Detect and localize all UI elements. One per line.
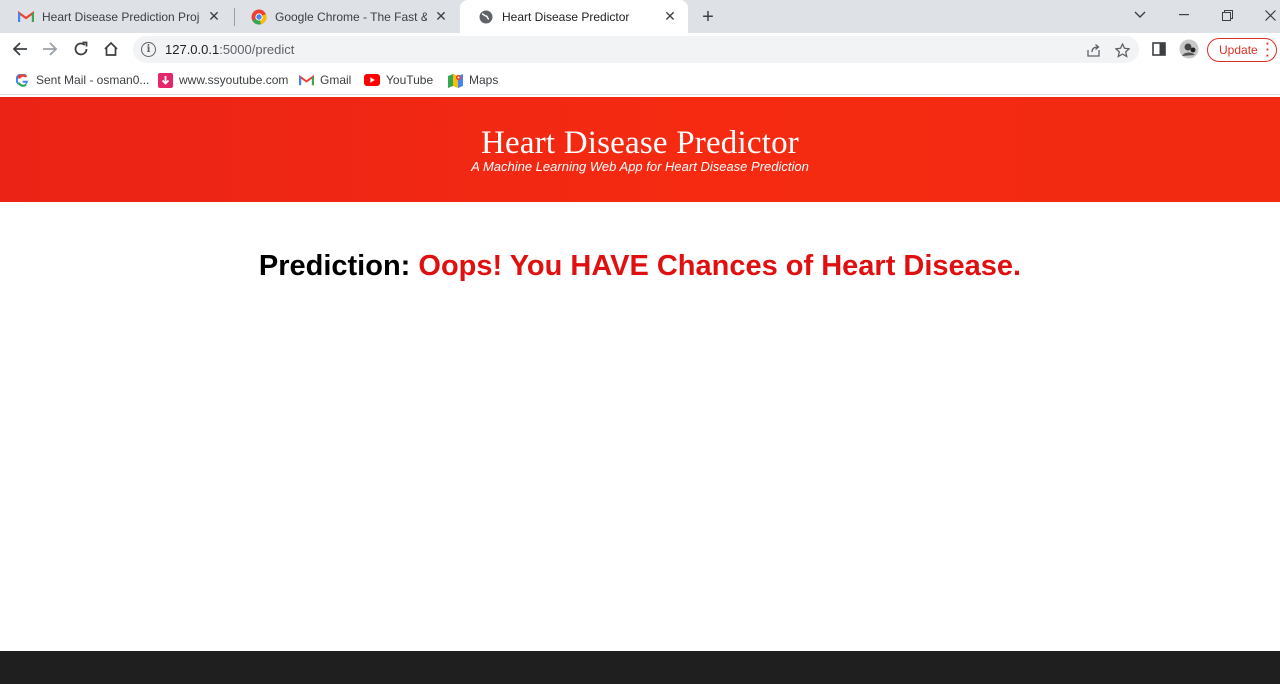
- bookmark-label: Maps: [469, 73, 499, 87]
- tab-title: Heart Disease Predictor: [502, 9, 630, 24]
- os-taskbar: [0, 651, 1280, 684]
- page-content: Heart Disease Predictor A Machine Learni…: [0, 97, 1280, 651]
- share-icon[interactable]: [1083, 40, 1103, 60]
- update-button[interactable]: Update · · ·: [1207, 36, 1277, 63]
- url-path: :5000/predict: [219, 42, 295, 57]
- side-panel-icon[interactable]: [1147, 37, 1171, 61]
- close-icon[interactable]: ✕: [662, 8, 678, 25]
- tab-strip: Heart Disease Prediction Project ✕ Googl…: [0, 0, 1280, 33]
- new-tab-icon[interactable]: +: [696, 5, 720, 29]
- bookmark-star-icon[interactable]: [1112, 40, 1132, 60]
- menu-kebab-icon: · · ·: [1265, 36, 1270, 63]
- minimize-icon[interactable]: [1164, 0, 1204, 30]
- tab-title: Heart Disease Prediction Project: [42, 9, 200, 24]
- url-text: 127.0.0.1:5000/predict: [165, 42, 294, 57]
- bookmark-label: Gmail: [320, 73, 352, 87]
- forward-icon[interactable]: [38, 37, 62, 61]
- bookmark-youtube[interactable]: YouTube: [364, 71, 433, 89]
- bookmark-label: www.ssyoutube.com: [179, 73, 289, 87]
- url-host: 127.0.0.1: [165, 42, 220, 57]
- globe-icon: [478, 9, 494, 25]
- update-label: Update: [1219, 43, 1258, 57]
- tab-heart-disease-project[interactable]: Heart Disease Prediction Project ✕: [0, 0, 232, 33]
- gmail-icon: [298, 72, 314, 88]
- tab-title: Google Chrome - The Fast & Secure: [275, 9, 427, 24]
- maps-icon: [447, 72, 463, 88]
- chrome-icon: [251, 9, 267, 25]
- bookmark-ssyoutube[interactable]: www.ssyoutube.com: [157, 71, 288, 89]
- bookmark-label: YouTube: [386, 73, 434, 87]
- gmail-icon: [18, 9, 34, 25]
- bookmark-label: Sent Mail - osman0...: [36, 73, 150, 87]
- restore-icon[interactable]: [1207, 0, 1247, 30]
- bookmark-maps[interactable]: Maps: [447, 71, 498, 89]
- page-subtitle: A Machine Learning Web App for Heart Dis…: [471, 159, 809, 174]
- close-icon[interactable]: ✕: [206, 8, 222, 25]
- reload-icon[interactable]: [69, 37, 93, 61]
- tab-heart-disease-predictor[interactable]: Heart Disease Predictor ✕: [460, 0, 688, 33]
- home-icon[interactable]: [99, 37, 123, 61]
- back-icon[interactable]: [8, 37, 32, 61]
- header-banner: Heart Disease Predictor A Machine Learni…: [0, 97, 1280, 202]
- bookmarks-bar: Sent Mail - osman0... www.ssyoutube.com …: [0, 65, 1280, 95]
- youtube-icon: [364, 72, 380, 88]
- close-window-icon[interactable]: [1250, 0, 1280, 30]
- prediction-text: Prediction: Oops! You HAVE Chances of He…: [0, 250, 1280, 283]
- prediction-result: Oops! You HAVE Chances of Heart Disease.: [418, 250, 1022, 282]
- bookmark-gmail[interactable]: Gmail: [298, 71, 351, 89]
- google-icon: [14, 72, 30, 88]
- tab-google-chrome[interactable]: Google Chrome - The Fast & Secure ✕: [233, 0, 459, 33]
- address-toolbar: i 127.0.0.1:5000/predict Update · · ·: [0, 33, 1280, 65]
- prediction-label: Prediction:: [258, 250, 411, 282]
- close-icon[interactable]: ✕: [433, 8, 449, 25]
- page-title: Heart Disease Predictor: [481, 125, 799, 161]
- profile-avatar-icon[interactable]: [1177, 37, 1201, 61]
- bookmark-sent-mail[interactable]: Sent Mail - osman0...: [14, 71, 149, 89]
- site-info-icon[interactable]: i: [141, 42, 156, 57]
- tab-search-icon[interactable]: [1120, 0, 1160, 30]
- address-bar[interactable]: i 127.0.0.1:5000/predict: [133, 36, 1139, 63]
- ssyoutube-icon: [157, 72, 173, 88]
